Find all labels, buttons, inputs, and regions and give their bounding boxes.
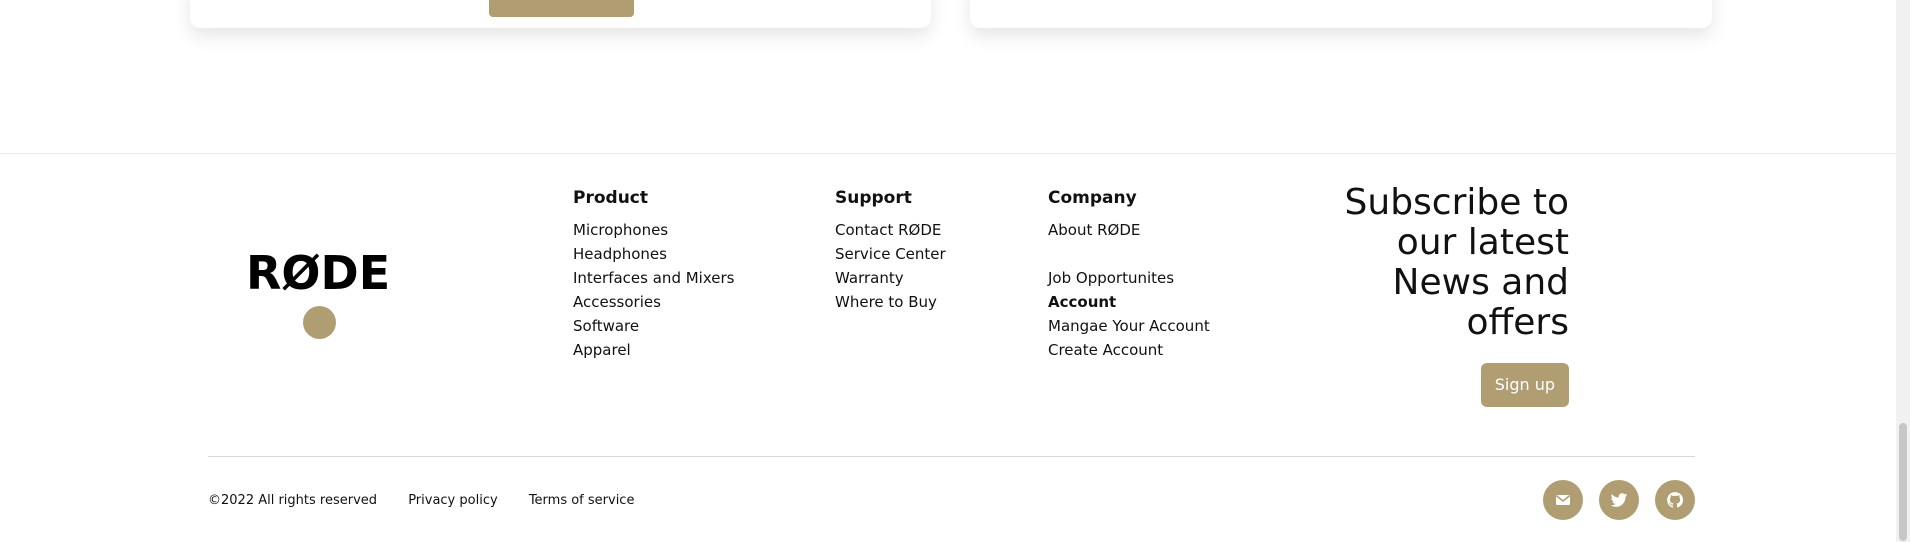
footer-bottom-divider: [208, 456, 1695, 457]
logo-dot: [303, 306, 336, 339]
social-github-button[interactable]: [1655, 480, 1695, 520]
github-icon: [1667, 492, 1684, 508]
footer-link-about-rode[interactable]: About RØDE: [1048, 218, 1210, 242]
footer-link-headphones[interactable]: Headphones: [573, 242, 734, 266]
column-heading-support: Support: [835, 188, 912, 208]
social-twitter-button[interactable]: [1599, 480, 1639, 520]
twitter-icon: [1610, 493, 1628, 507]
scrollbar-thumb[interactable]: [1899, 423, 1907, 541]
footer-link-create-account[interactable]: Create Account: [1048, 338, 1210, 362]
footer-column-product: Product Microphones Headphones Interface…: [573, 188, 734, 362]
footer-link-where-to-buy[interactable]: Where to Buy: [835, 290, 946, 314]
subscribe-block: Subscribe to our latest News and offers …: [1299, 183, 1569, 407]
social-mail-button[interactable]: [1543, 480, 1583, 520]
product-card-right: [970, 0, 1712, 28]
footer-link-hidden-placeholder: [1048, 242, 1210, 266]
legal-bar: ©2022 All rights reserved Privacy policy…: [208, 493, 661, 509]
footer-column-company: Company About RØDE Job Opportunites Acco…: [1048, 188, 1210, 362]
logo-wordmark: RØDE: [246, 246, 391, 300]
copyright-text: ©2022 All rights reserved: [208, 493, 378, 508]
signup-button[interactable]: Sign up: [1480, 363, 1569, 407]
subscribe-title: Subscribe to our latest News and offers: [1344, 182, 1569, 343]
rode-logo[interactable]: RØDE: [246, 246, 391, 339]
footer-link-interfaces-mixers[interactable]: Interfaces and Mixers: [573, 266, 734, 290]
footer-link-warranty[interactable]: Warranty: [835, 266, 946, 290]
terms-of-service-link[interactable]: Terms of service: [529, 493, 635, 508]
footer-link-service-center[interactable]: Service Center: [835, 242, 946, 266]
column-heading-product: Product: [573, 188, 648, 208]
footer-column-support: Support Contact RØDE Service Center Warr…: [835, 188, 946, 314]
product-card-left: [190, 0, 931, 28]
footer-link-accessories[interactable]: Accessories: [573, 290, 734, 314]
footer-link-job-opportunities[interactable]: Job Opportunites: [1048, 266, 1210, 290]
column-heading-company: Company: [1048, 188, 1137, 208]
mail-icon: [1556, 495, 1570, 505]
footer-link-microphones[interactable]: Microphones: [573, 218, 734, 242]
footer-link-manage-account[interactable]: Mangae Your Account: [1048, 314, 1210, 338]
footer-link-contact-rode[interactable]: Contact RØDE: [835, 218, 946, 242]
privacy-policy-link[interactable]: Privacy policy: [408, 493, 497, 508]
footer-link-apparel[interactable]: Apparel: [573, 338, 734, 362]
card-action-button[interactable]: [489, 0, 634, 17]
footer-top-border: [0, 153, 1896, 154]
column-subheading-account: Account: [1048, 293, 1117, 311]
footer-link-software[interactable]: Software: [573, 314, 734, 338]
vertical-scrollbar[interactable]: [1896, 0, 1910, 542]
